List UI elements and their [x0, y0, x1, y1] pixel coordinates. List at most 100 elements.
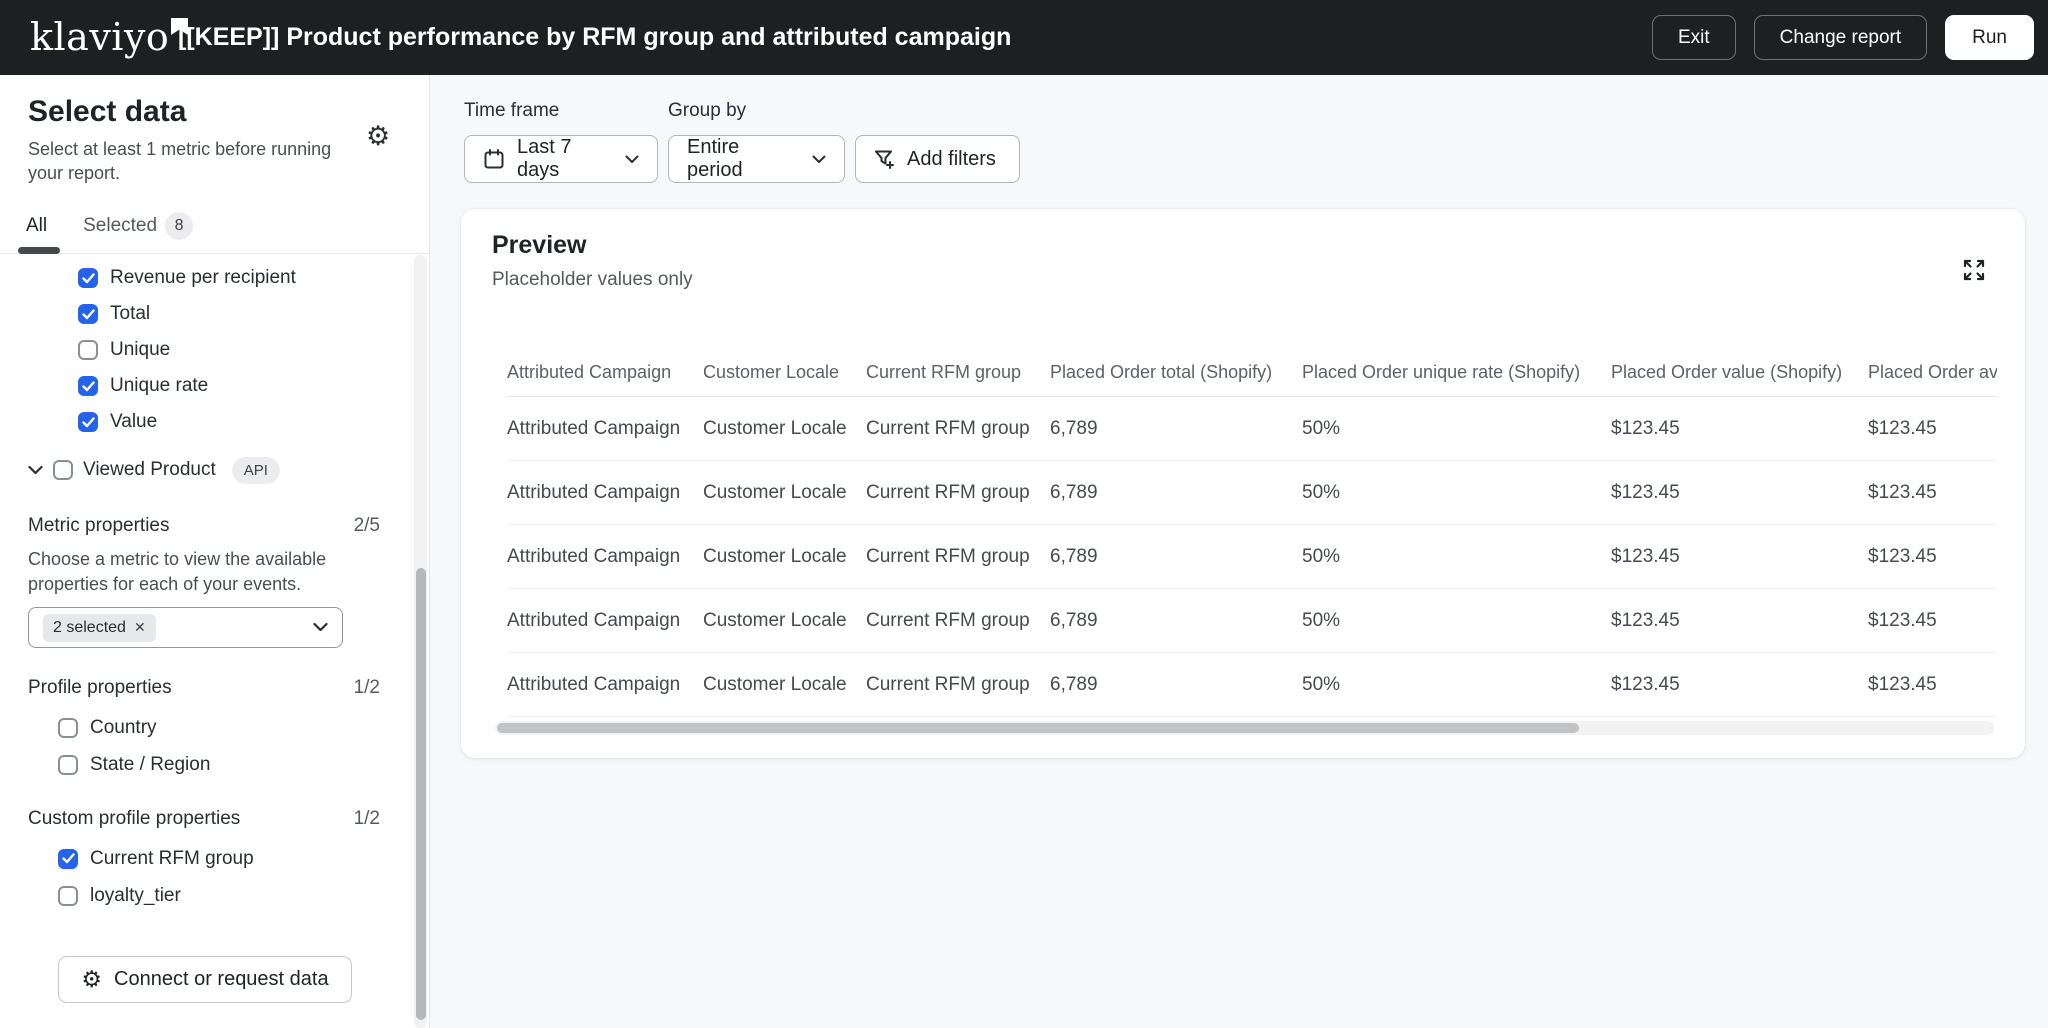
chevron-down-icon[interactable]: [28, 465, 43, 475]
topbar: klaviyo [[KEEP]] Product performance by …: [0, 0, 2048, 75]
checkbox-label: Viewed Product: [83, 459, 216, 481]
section-count: 1/2: [354, 677, 380, 699]
column-header: Attributed Campaign: [507, 349, 703, 396]
exit-button[interactable]: Exit: [1652, 15, 1736, 60]
sidebar-scrollbar-thumb[interactable]: [416, 568, 426, 1020]
viewed-product-checkbox[interactable]: [53, 460, 73, 480]
table-cell: Customer Locale: [703, 461, 866, 524]
table-cell: 50%: [1302, 397, 1611, 460]
report-title: [[KEEP]] Product performance by RFM grou…: [178, 0, 1011, 75]
table-cell: $123.45: [1611, 653, 1868, 716]
table-row: Attributed CampaignCustomer LocaleCurren…: [507, 461, 1997, 525]
checkbox[interactable]: [78, 340, 98, 360]
sidebar-tabs: All Selected 8: [26, 203, 193, 249]
checkbox[interactable]: [58, 849, 78, 869]
expand-icon[interactable]: [1961, 257, 1987, 283]
group-by-label: Group by: [668, 100, 746, 122]
preview-table: Attributed CampaignCustomer LocaleCurren…: [507, 349, 1997, 717]
metric-option-item[interactable]: Value: [78, 404, 296, 440]
checkbox[interactable]: [78, 268, 98, 288]
checkbox-label: Value: [110, 411, 157, 433]
select-data-sidebar: Select data ⚙ Select at least 1 metric b…: [0, 75, 430, 1028]
preview-title: Preview: [492, 231, 587, 260]
metric-option-item[interactable]: Revenue per recipient: [78, 260, 296, 296]
checkbox-label: Unique: [110, 339, 170, 361]
selected-count-badge: 8: [165, 212, 193, 240]
filter-plus-icon: [874, 149, 895, 170]
horizontal-scrollbar-track[interactable]: [495, 721, 1994, 735]
metric-item-viewed-product[interactable]: Viewed Product API: [28, 452, 280, 488]
table-cell: Current RFM group: [866, 589, 1050, 652]
sidebar-subtitle: Select at least 1 metric before running …: [28, 137, 358, 185]
klaviyo-logo-text: klaviyo: [30, 14, 169, 60]
gear-icon: ⚙: [81, 968, 102, 991]
table-cell: $123.45: [1868, 525, 1997, 588]
column-header: Placed Order av: [1868, 349, 1997, 396]
checkbox[interactable]: [58, 886, 78, 906]
profile-property-item[interactable]: Country: [58, 709, 210, 746]
custom-profile-properties-list: Current RFM group loyalty_tier: [58, 840, 254, 914]
table-cell: 6,789: [1050, 525, 1302, 588]
checkbox[interactable]: [78, 304, 98, 324]
table-cell: Attributed Campaign: [507, 525, 703, 588]
table-cell: Attributed Campaign: [507, 397, 703, 460]
connect-or-request-data-button[interactable]: ⚙ Connect or request data: [58, 956, 352, 1003]
tab-all[interactable]: All: [26, 215, 47, 237]
time-frame-label: Time frame: [464, 100, 559, 122]
metric-properties-header: Metric properties 2/5: [28, 515, 380, 537]
metric-option-item[interactable]: Unique rate: [78, 368, 296, 404]
table-row: Attributed CampaignCustomer LocaleCurren…: [507, 525, 1997, 589]
table-cell: Current RFM group: [866, 461, 1050, 524]
checkbox-label: Country: [90, 717, 157, 739]
metric-option-item[interactable]: Total: [78, 296, 296, 332]
chevron-down-icon: [812, 155, 826, 164]
table-cell: $123.45: [1611, 589, 1868, 652]
change-report-button[interactable]: Change report: [1754, 15, 1927, 60]
sidebar-scrollbar-track[interactable]: [414, 255, 427, 1028]
connect-button-label: Connect or request data: [114, 968, 329, 991]
column-header: Placed Order value (Shopify): [1611, 349, 1868, 396]
selected-chip: 2 selected ✕: [43, 614, 156, 642]
add-filters-button[interactable]: Add filters: [855, 135, 1020, 183]
metric-properties-dropdown[interactable]: 2 selected ✕: [28, 607, 343, 648]
checkbox[interactable]: [78, 376, 98, 396]
time-frame-dropdown[interactable]: Last 7 days: [464, 135, 658, 183]
horizontal-scrollbar-thumb[interactable]: [497, 723, 1579, 733]
custom-profile-property-item[interactable]: loyalty_tier: [58, 877, 254, 914]
run-button[interactable]: Run: [1945, 15, 2034, 60]
column-header: Placed Order unique rate (Shopify): [1302, 349, 1611, 396]
table-row: Attributed CampaignCustomer LocaleCurren…: [507, 653, 1997, 717]
checkbox[interactable]: [58, 755, 78, 775]
checkbox-label: loyalty_tier: [90, 885, 181, 907]
table-cell: $123.45: [1611, 461, 1868, 524]
checkbox[interactable]: [58, 718, 78, 738]
group-by-dropdown[interactable]: Entire period: [668, 135, 845, 183]
chip-close-icon[interactable]: ✕: [134, 619, 146, 636]
time-frame-value: Last 7 days: [517, 136, 613, 182]
table-cell: Attributed Campaign: [507, 461, 703, 524]
table-cell: $123.45: [1611, 397, 1868, 460]
settings-gear-icon[interactable]: ⚙: [366, 123, 390, 150]
topbar-actions: Exit Change report Run: [1652, 15, 2034, 60]
metric-option-item[interactable]: Unique: [78, 332, 296, 368]
table-cell: Current RFM group: [866, 653, 1050, 716]
table-cell: 50%: [1302, 525, 1611, 588]
metric-properties-description: Choose a metric to view the available pr…: [28, 547, 358, 597]
profile-properties-list: Country State / Region: [58, 709, 210, 783]
metric-options-list: Revenue per recipientTotal Unique Unique r…: [78, 260, 296, 440]
table-cell: $123.45: [1868, 461, 1997, 524]
table-cell: 6,789: [1050, 589, 1302, 652]
custom-profile-property-item[interactable]: Current RFM group: [58, 840, 254, 877]
custom-profile-properties-header: Custom profile properties 1/2: [28, 808, 380, 830]
tab-selected[interactable]: Selected 8: [83, 212, 193, 240]
checkbox[interactable]: [78, 412, 98, 432]
profile-property-item[interactable]: State / Region: [58, 746, 210, 783]
section-title: Profile properties: [28, 677, 172, 699]
chevron-down-icon: [625, 155, 639, 164]
table-cell: $123.45: [1868, 653, 1997, 716]
table-cell: $123.45: [1868, 397, 1997, 460]
chip-label: 2 selected: [53, 619, 126, 637]
table-cell: 50%: [1302, 461, 1611, 524]
table-cell: Customer Locale: [703, 653, 866, 716]
section-count: 1/2: [354, 808, 380, 830]
